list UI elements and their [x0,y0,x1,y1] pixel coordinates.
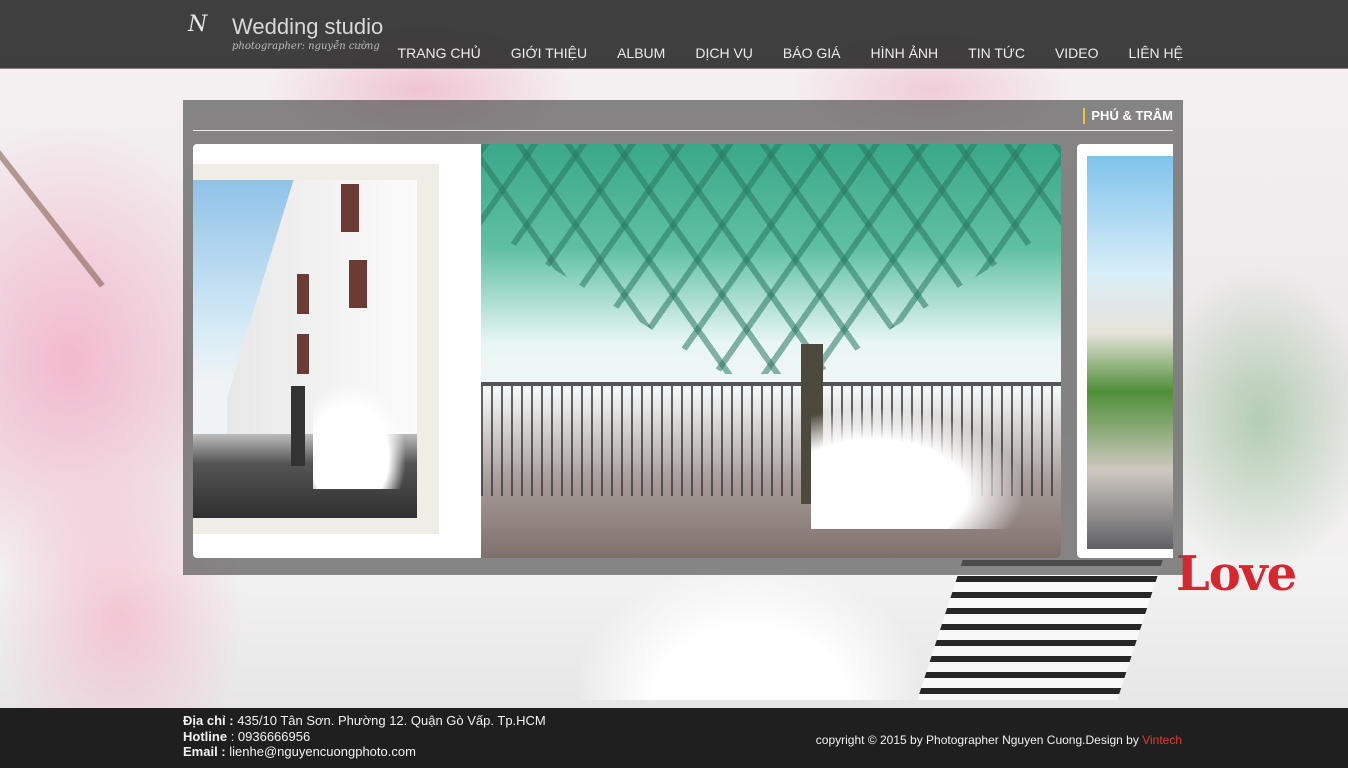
building-window [341,184,359,232]
site-footer: Địa chỉ : 435/10 Tân Sơn. Phường 12. Quậ… [0,708,1348,768]
logo-mark: N [188,12,208,37]
hotline-line: Hotline : 0936666956 [183,729,546,745]
nav-item-pricing[interactable]: BÁO GIÁ [783,44,841,62]
album-panel: PHÚ & TRÂM [183,100,1183,575]
email-value[interactable]: lienhe@nguyencuongphoto.com [229,744,416,759]
nav-item-home[interactable]: TRANG CHỦ [398,44,481,62]
site-header: N Wedding studio photographer: nguyễn cư… [0,0,1348,69]
background-dress [580,570,920,700]
nav-item-services[interactable]: DỊCH VỤ [695,44,753,62]
copyright-text: copyright © 2015 by Photographer Nguyen … [815,733,1143,747]
nav-item-about[interactable]: GIỚI THIỆU [511,44,587,62]
love-sign: Love [1176,546,1297,602]
photo-groom [291,386,305,466]
contact-info: Địa chỉ : 435/10 Tân Sơn. Phường 12. Quậ… [183,713,546,760]
email-line: Email : lienhe@nguyencuongphoto.com [183,744,546,760]
nav-item-photos[interactable]: HÌNH ẢNH [870,44,938,62]
bridge-girders [481,144,1061,374]
album-photo-street [193,164,439,534]
piano-keys [917,560,1163,700]
album-slide-current[interactable] [193,144,1061,558]
address-value: 435/10 Tân Sơn. Phường 12. Quận Gò Vấp. … [237,713,546,728]
nav-item-contact[interactable]: LIÊN HỆ [1129,44,1183,62]
album-photo-bridge [481,144,1061,558]
photo-bride [313,384,405,489]
designer-link[interactable]: Vintech [1142,733,1182,747]
divider [193,130,1173,131]
album-photo-next [1087,156,1173,549]
hotline-label: Hotline [183,728,228,744]
album-title: PHÚ & TRÂM [1083,108,1173,124]
nav-item-album[interactable]: ALBUM [617,44,665,62]
photo-bride-dress [811,409,1021,529]
album-slide-next[interactable] [1077,144,1173,558]
email-label: Email : [183,744,226,759]
logo-title: Wedding studio [232,14,384,39]
copyright: copyright © 2015 by Photographer Nguyen … [816,733,1182,747]
nav-item-video[interactable]: VIDEO [1055,44,1099,62]
building-window [349,260,367,308]
logo[interactable]: N Wedding studio photographer: nguyễn cư… [186,10,386,60]
building-window [297,334,309,374]
logo-subtitle: photographer: nguyễn cường [232,41,380,52]
main-nav: TRANG CHỦ GIỚI THIỆU ALBUM DỊCH VỤ BÁO G… [368,44,1183,62]
hotline-value: : 0936666956 [230,728,311,744]
nav-item-news[interactable]: TIN TỨC [968,44,1025,62]
cherry-branch [0,150,105,288]
address-label: Địa chỉ : [183,713,234,728]
building-window [297,274,309,314]
address-line: Địa chỉ : 435/10 Tân Sơn. Phường 12. Quậ… [183,713,546,729]
